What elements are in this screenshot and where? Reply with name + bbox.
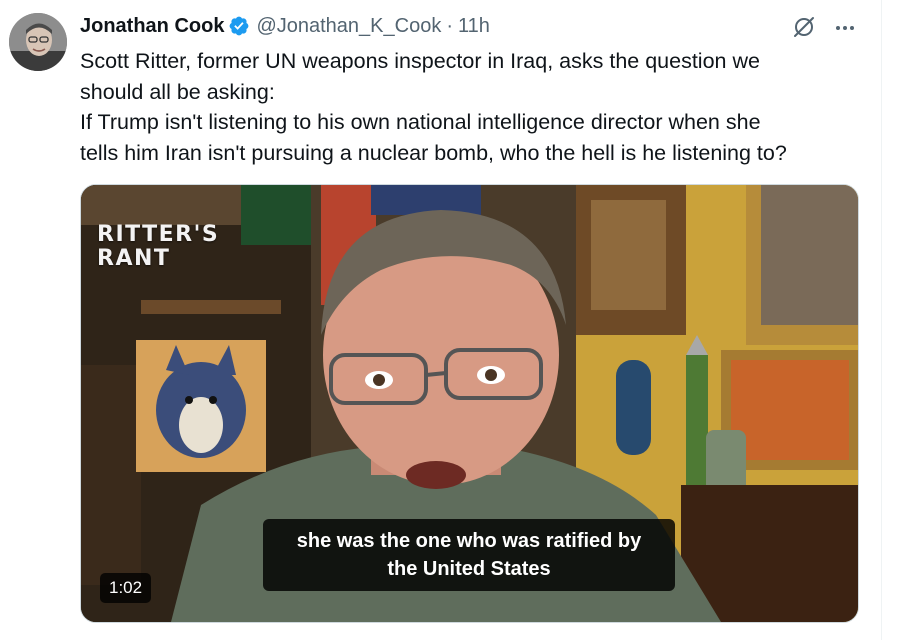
channel-brand: RITTER'S RANT: [97, 223, 219, 271]
caption-line: she was the one who was ratified by: [296, 530, 642, 552]
brand-line: RANT: [97, 246, 171, 271]
video-player[interactable]: RITTER'S RANT she was the one who was ra…: [80, 184, 859, 623]
tweet-timestamp[interactable]: 11h: [458, 15, 490, 38]
brand-line: RITTER'S: [97, 222, 220, 247]
video-caption: she was the one who was ratified by the …: [263, 519, 675, 591]
author-handle[interactable]: @Jonathan_K_Cook: [256, 15, 441, 38]
dot-icon: [843, 26, 847, 30]
separator-dot: ·: [446, 14, 453, 37]
caption-line: the United States: [387, 558, 551, 580]
tweet-text-line: tells him Iran isn't pursuing a nuclear …: [80, 140, 787, 165]
tweet-header: Jonathan Cook @Jonathan_K_Cook · 11h: [80, 12, 490, 40]
verified-badge-icon: [228, 15, 250, 37]
author-name[interactable]: Jonathan Cook: [80, 15, 224, 38]
author-avatar[interactable]: [9, 13, 67, 71]
grok-icon[interactable]: [791, 14, 817, 40]
dot-icon: [836, 26, 840, 30]
tweet-text-line: should all be asking:: [80, 79, 275, 104]
dot-icon: [850, 26, 854, 30]
tweet-text-line: If Trump isn't listening to his own nati…: [80, 110, 761, 134]
tweet-text: Scott Ritter, former UN weapons inspecto…: [80, 46, 860, 168]
timeline-divider: [881, 0, 882, 640]
tweet-text-line: Scott Ritter, former UN weapons inspecto…: [80, 49, 760, 73]
more-options-icon[interactable]: [832, 15, 858, 41]
video-duration-badge: 1:02: [100, 573, 152, 603]
